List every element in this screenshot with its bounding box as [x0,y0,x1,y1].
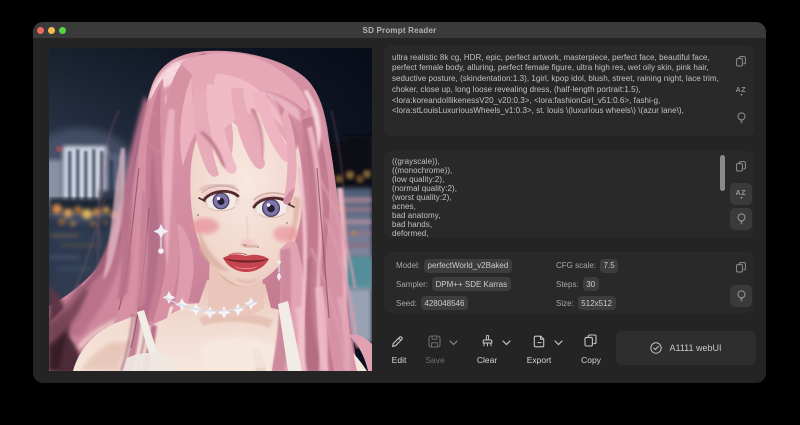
svg-text:A: A [736,87,741,94]
svg-text:Z: Z [741,190,746,197]
svg-text:A: A [736,190,741,197]
svg-text:Z: Z [741,87,746,94]
